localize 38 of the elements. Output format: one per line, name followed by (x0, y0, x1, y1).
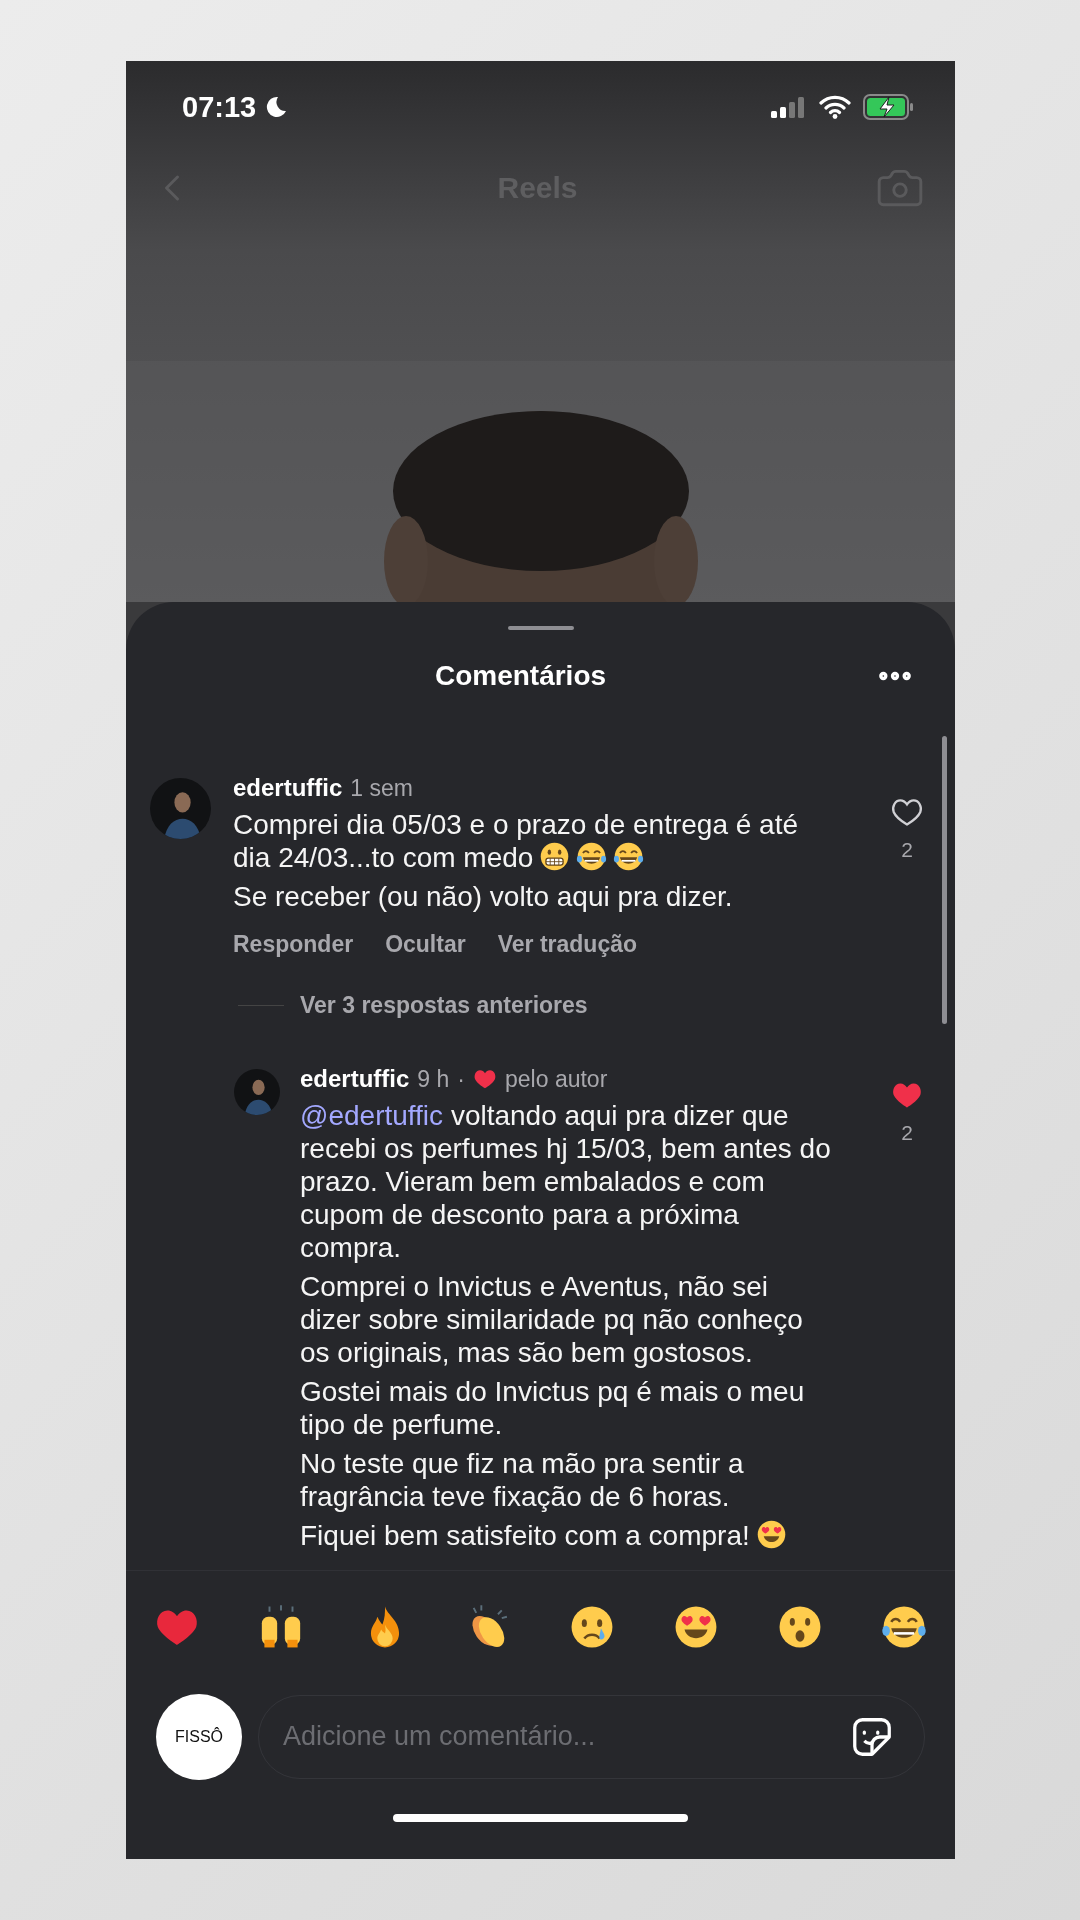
username[interactable]: edertuffic (233, 774, 343, 802)
comment-text: Se receber (ou não) volto aqui pra dizer. (233, 880, 734, 913)
battery-charging-icon (863, 94, 915, 120)
comment-text: Comprei dia 05/03 e o prazo de entrega é até dia 24/03...to com medo (233, 808, 800, 874)
comment-input[interactable]: Adicione um comentário... (258, 1694, 925, 1779)
comment-time: 9 h (417, 1065, 450, 1093)
username[interactable]: edertuffic (300, 1065, 410, 1093)
status-time: 07:13 (182, 90, 257, 124)
laughing-tears-face-icon (576, 841, 608, 872)
avatar[interactable] (234, 1069, 280, 1115)
scrollbar[interactable] (942, 736, 947, 1024)
separator: · (457, 1065, 465, 1093)
like-count: 2 (901, 1121, 913, 1145)
like-count: 2 (901, 838, 913, 862)
comment-text: Comprei o Invictus e Aventus, não sei dizer sobre similaridade pq não conheço os originais, mas são bem gostosos. (300, 1270, 804, 1369)
laughing-tears-face-icon (880, 1604, 927, 1650)
reaction-button[interactable] (880, 1604, 927, 1650)
comment-time: 1 sem (350, 774, 413, 802)
comment-text: Gostei mais do Invictus pq é mais o meu tipo de perfume. (300, 1375, 806, 1441)
drag-handle[interactable] (507, 626, 574, 630)
comment-text: Fiquei bem satisfeito com a compra! (300, 1519, 835, 1552)
view-replies-link[interactable]: Ver 3 respostas anteriores (300, 992, 588, 1019)
sheet-title: Comentários (434, 660, 607, 692)
mention-link[interactable]: @edertuffic (300, 1100, 444, 1131)
wifi-icon (819, 95, 851, 119)
comment-action[interactable]: Responder (233, 931, 354, 958)
grimacing-face-icon (539, 841, 571, 872)
heart-eyes-face-icon (755, 1519, 787, 1550)
comment-text: @edertuffic voltando aqui pra dizer que recebi os perfumes hj 15/03, bem antes do prazo. Vieram bem embalados e com cupom de desconto para a próxima compra. (300, 1099, 832, 1264)
liked-by-author-label: pelo autor (505, 1065, 608, 1093)
moon-icon (264, 95, 289, 119)
avatar[interactable]: FISSÔ (156, 1693, 242, 1780)
comment-text: No teste que fiz na mão pra sentir a fragrância teve fixação de 6 horas. (300, 1447, 745, 1513)
comment-action[interactable]: Ver tradução (497, 931, 637, 958)
heart-icon[interactable] (891, 796, 923, 828)
comment-action[interactable]: Ocultar (385, 931, 466, 958)
laughing-tears-face-icon (613, 841, 645, 872)
signal-icon (771, 96, 807, 118)
